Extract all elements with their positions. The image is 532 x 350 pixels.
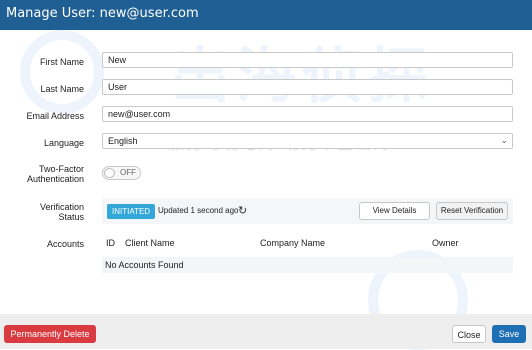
two-factor-label-line1: Two-Factor [38, 164, 84, 174]
column-company-name: Company Name [260, 238, 326, 248]
language-select[interactable]: English ⌄ [102, 133, 513, 149]
language-label: Language [43, 138, 84, 148]
toggle-knob [104, 168, 115, 178]
first-name-value: New [108, 55, 127, 65]
save-button[interactable]: Save [492, 325, 526, 343]
last-name-label: Last Name [40, 84, 84, 94]
accounts-label: Accounts [46, 239, 84, 249]
watermark-globe-icon [20, 30, 104, 114]
modal-title: Manage User: new@user.com [6, 6, 199, 21]
first-name-label: First Name [39, 57, 84, 67]
watermark-text: 出海侦探 [170, 42, 434, 112]
verification-label-line1: Verification [39, 202, 84, 212]
accounts-table-header: ID Client Name Company Name Owner [102, 238, 513, 254]
first-name-input[interactable]: New [102, 52, 513, 68]
updated-text: Updated 1 second ago [158, 206, 239, 215]
refresh-icon[interactable]: ↻ [238, 204, 247, 217]
verification-panel: INITIATED Updated 1 second ago ↻ View De… [102, 198, 513, 224]
verification-label: Verification Status [0, 202, 84, 222]
view-details-button[interactable]: View Details [359, 202, 430, 220]
toggle-state: OFF [120, 168, 136, 177]
email-value: new@user.com [108, 109, 171, 119]
status-badge: INITIATED [107, 204, 156, 219]
reset-verification-button[interactable]: Reset Verification [436, 202, 508, 220]
verification-label-line2: Status [58, 212, 84, 222]
permanently-delete-button[interactable]: Permanently Delete [4, 325, 96, 343]
column-id: ID [106, 238, 115, 248]
email-input[interactable]: new@user.com [102, 106, 513, 122]
two-factor-label-line2: Authentication [26, 174, 84, 184]
column-owner: Owner [432, 238, 459, 248]
close-button[interactable]: Close [452, 325, 486, 343]
column-client-name: Client Name [125, 238, 175, 248]
two-factor-label: Two-Factor Authentication [0, 164, 84, 184]
accounts-empty-row: No Accounts Found [102, 257, 513, 273]
last-name-input[interactable]: User [102, 79, 513, 95]
two-factor-toggle[interactable]: OFF [102, 166, 141, 180]
chevron-down-icon: ⌄ [500, 135, 508, 145]
modal-footer: Permanently Delete Close Save [0, 314, 532, 349]
modal-header: Manage User: new@user.com [0, 0, 532, 30]
last-name-value: User [108, 82, 128, 92]
email-label: Email Address [26, 111, 84, 121]
language-value: English [108, 136, 138, 146]
